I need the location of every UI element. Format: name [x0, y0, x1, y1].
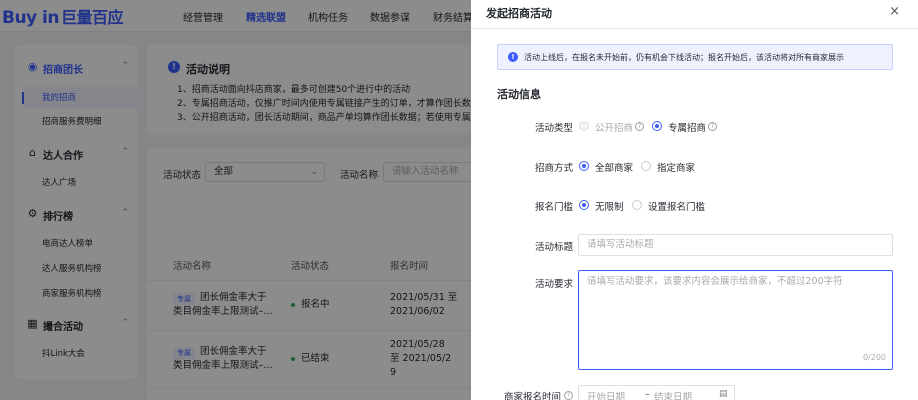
drawer-title: 发起招商活动 [486, 7, 552, 20]
help-icon[interactable]: ? [708, 122, 717, 131]
radio-label: 指定商家 [657, 163, 696, 174]
char-counter: 0/200 [862, 353, 886, 362]
info-icon: ! [508, 52, 518, 62]
end-date-placeholder: 结束日期 [654, 392, 693, 400]
close-icon[interactable]: × [889, 4, 900, 19]
threshold-label: 报名门槛 [534, 202, 573, 213]
activity-title-input[interactable]: 请填写活动标题 [578, 234, 893, 256]
radio-label: 专属招商 [668, 123, 707, 134]
calendar-icon: ▤ [719, 389, 728, 399]
signup-date-range-picker[interactable]: 开始日期 – 结束日期 ▤ [578, 385, 735, 400]
create-activity-drawer: 发起招商活动 × ! 活动上线后，在报名未开始前，仍有机会下线活动；报名开始后，… [471, 0, 918, 400]
radio-label: 设置报名门槛 [648, 202, 706, 213]
merchant-signup-time-label: 商家报名时间 [503, 392, 561, 400]
textarea-placeholder: 请填写活动要求，该要求内容会展示给商家，不超过200字符 [587, 276, 843, 287]
help-icon[interactable]: ? [635, 122, 644, 131]
notice-text: 活动上线后，在报名未开始前，仍有机会下线活动；报名开始后，该活动将对所有商家展示 [524, 53, 844, 62]
modal-overlay[interactable] [0, 0, 471, 400]
activity-requirement-label: 活动要求 [534, 279, 573, 290]
start-date-placeholder: 开始日期 [587, 392, 626, 400]
radio-circle [579, 121, 589, 131]
activity-type-label: 活动类型 [534, 123, 573, 134]
activity-requirement-textarea[interactable]: 请填写活动要求，该要求内容会展示给商家，不超过200字符 0/200 [578, 270, 893, 370]
activity-title-label: 活动标题 [534, 242, 573, 253]
radio-label: 无限制 [595, 202, 624, 213]
radio-label: 全部商家 [595, 163, 634, 174]
help-icon[interactable]: ? [564, 391, 573, 400]
divider [471, 28, 918, 29]
radio-circle [652, 121, 662, 131]
radio-label: 公开招商 [595, 123, 634, 134]
notice-banner: ! 活动上线后，在报名未开始前，仍有机会下线活动；报名开始后，该活动将对所有商家… [497, 44, 893, 70]
radio-circle [579, 200, 589, 210]
radio-circle [632, 200, 642, 210]
recruit-method-label: 招商方式 [534, 163, 573, 174]
section-title: 活动信息 [497, 88, 541, 101]
date-separator: – [645, 389, 650, 400]
radio-circle [641, 161, 651, 171]
radio-circle [579, 161, 589, 171]
